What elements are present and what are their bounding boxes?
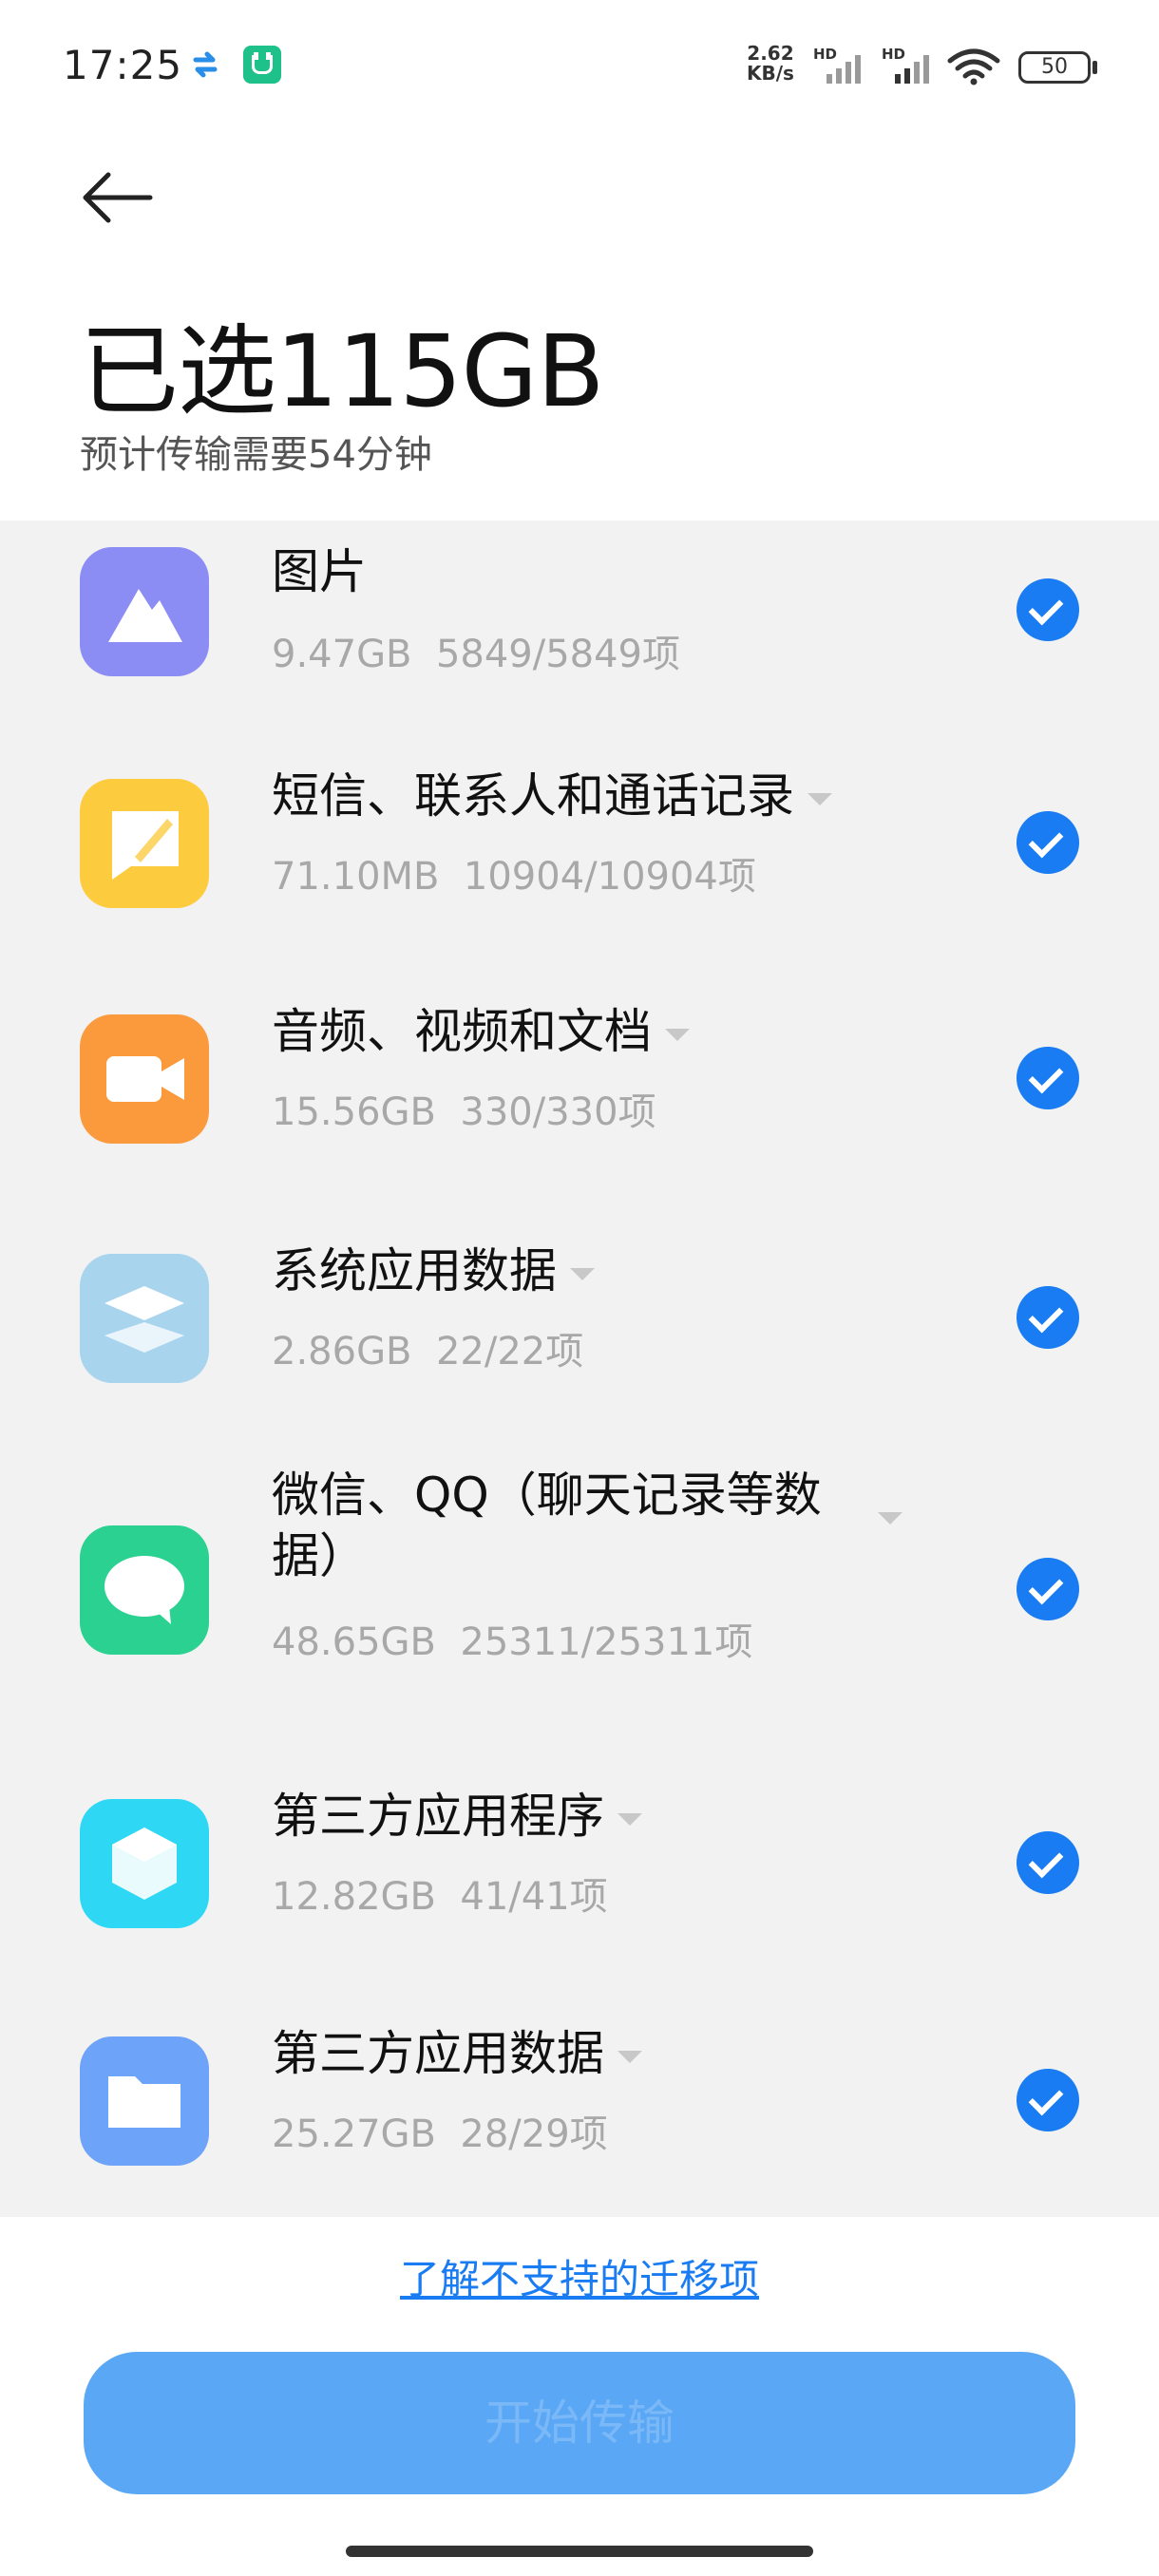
item-size: 71.10MB <box>272 855 440 899</box>
status-bar: 17:25 2.62 KB/s HD HD 50 <box>0 0 1159 133</box>
list-item-system-app-data[interactable]: 系统应用数据 2.86GB 22/22项 <box>0 1201 1159 1438</box>
checkbox-checked[interactable] <box>1016 578 1079 641</box>
item-size: 2.86GB <box>272 1330 412 1373</box>
list-item-details: 15.56GB 330/330项 <box>272 1081 656 1136</box>
list-item-title: 图片 <box>272 544 367 599</box>
signal-2-icon: HD <box>882 46 935 84</box>
list-item-details: 12.82GB 41/41项 <box>272 1866 608 1921</box>
checkbox-checked[interactable] <box>1016 1831 1079 1894</box>
list-item-media[interactable]: 音频、视频和文档 15.56GB 330/330项 <box>0 963 1159 1201</box>
checkbox-checked[interactable] <box>1016 1558 1079 1620</box>
network-speed-unit: KB/s <box>747 62 794 85</box>
list-item-details: 25.27GB 28/29项 <box>272 2103 608 2158</box>
list-item-messages[interactable]: 短信、联系人和通话记录 71.10MB 10904/10904项 <box>0 726 1159 963</box>
list-item-wechat-qq[interactable]: 微信、QQ（聊天记录等数据） 48.65GB 25311/25311项 <box>0 1438 1159 1748</box>
list-item-third-party-app-data[interactable]: 第三方应用数据 25.27GB 28/29项 <box>0 1985 1159 2217</box>
start-transfer-label: 开始传输 <box>484 2396 674 2451</box>
start-transfer-button[interactable]: 开始传输 <box>84 2352 1075 2494</box>
mi-home-icon <box>243 46 281 84</box>
list-item-title: 短信、联系人和通话记录 <box>272 766 861 826</box>
status-time: 17:25 <box>63 42 183 88</box>
video-icon <box>80 1014 209 1144</box>
chevron-down-icon[interactable] <box>878 1512 902 1525</box>
item-count: 28/29项 <box>460 2112 608 2156</box>
layers-icon <box>80 1254 209 1383</box>
network-speed: 2.62 KB/s <box>747 44 794 84</box>
item-size: 48.65GB <box>272 1620 436 1664</box>
chevron-down-icon[interactable] <box>665 1029 690 1041</box>
list-item-details: 71.10MB 10904/10904项 <box>272 845 756 900</box>
battery-icon: 50 <box>1018 51 1091 84</box>
checkbox-checked[interactable] <box>1016 811 1079 874</box>
messages-icon <box>80 779 209 908</box>
item-size: 15.56GB <box>272 1090 436 1134</box>
home-indicator[interactable] <box>346 2546 813 2557</box>
photos-icon <box>80 547 209 676</box>
item-count: 10904/10904项 <box>463 855 756 899</box>
checkbox-checked[interactable] <box>1016 1286 1079 1349</box>
signal-1-icon: HD <box>813 46 866 84</box>
network-speed-value: 2.62 <box>747 42 794 65</box>
checkbox-checked[interactable] <box>1016 2069 1079 2131</box>
item-count: 5849/5849项 <box>435 633 681 676</box>
page-subtitle: 预计传输需要54分钟 <box>80 433 432 477</box>
page-title: 已选115GB <box>80 313 604 429</box>
item-count: 22/22项 <box>435 1330 584 1373</box>
battery-tip <box>1092 61 1097 74</box>
chat-bubble-icon <box>80 1525 209 1655</box>
chevron-down-icon[interactable] <box>570 1268 595 1280</box>
item-count: 330/330项 <box>460 1090 656 1134</box>
folder-icon <box>80 2036 209 2166</box>
list-item-photos[interactable]: 图片 9.47GB 5849/5849项 <box>0 521 1159 726</box>
list-item-title: 系统应用数据 <box>272 1241 861 1301</box>
transfer-category-list: 图片 9.47GB 5849/5849项 短信、联系人和通话记录 71.10MB… <box>0 521 1159 2217</box>
chevron-down-icon[interactable] <box>618 2051 642 2063</box>
cube-icon <box>80 1799 209 1928</box>
list-item-title: 第三方应用程序 <box>272 1786 861 1847</box>
signal-2-label: HD <box>882 46 906 63</box>
item-count: 25311/25311项 <box>460 1620 753 1664</box>
chevron-down-icon[interactable] <box>618 1813 642 1826</box>
wifi-icon <box>947 48 1000 85</box>
list-item-third-party-apps[interactable]: 第三方应用程序 12.82GB 41/41项 <box>0 1748 1159 1985</box>
list-item-title: 第三方应用数据 <box>272 2023 861 2084</box>
item-size: 9.47GB <box>272 633 412 676</box>
list-item-title: 微信、QQ（聊天记录等数据） <box>272 1468 822 1583</box>
learn-unsupported-items-link[interactable]: 了解不支持的迁移项 <box>0 2247 1159 2305</box>
item-size: 12.82GB <box>272 1875 436 1919</box>
transfer-icon <box>193 51 218 78</box>
item-count: 41/41项 <box>460 1875 608 1919</box>
chevron-down-icon[interactable] <box>808 793 832 805</box>
list-item-details: 9.47GB 5849/5849项 <box>272 623 680 678</box>
list-item-details: 48.65GB 25311/25311项 <box>272 1611 752 1666</box>
item-size: 25.27GB <box>272 2112 436 2156</box>
signal-1-label: HD <box>813 46 838 63</box>
list-item-title: 音频、视频和文档 <box>272 1001 861 1062</box>
back-arrow-icon[interactable] <box>76 167 156 228</box>
battery-level: 50 <box>1041 55 1068 79</box>
checkbox-checked[interactable] <box>1016 1047 1079 1109</box>
list-item-details: 2.86GB 22/22项 <box>272 1320 583 1375</box>
